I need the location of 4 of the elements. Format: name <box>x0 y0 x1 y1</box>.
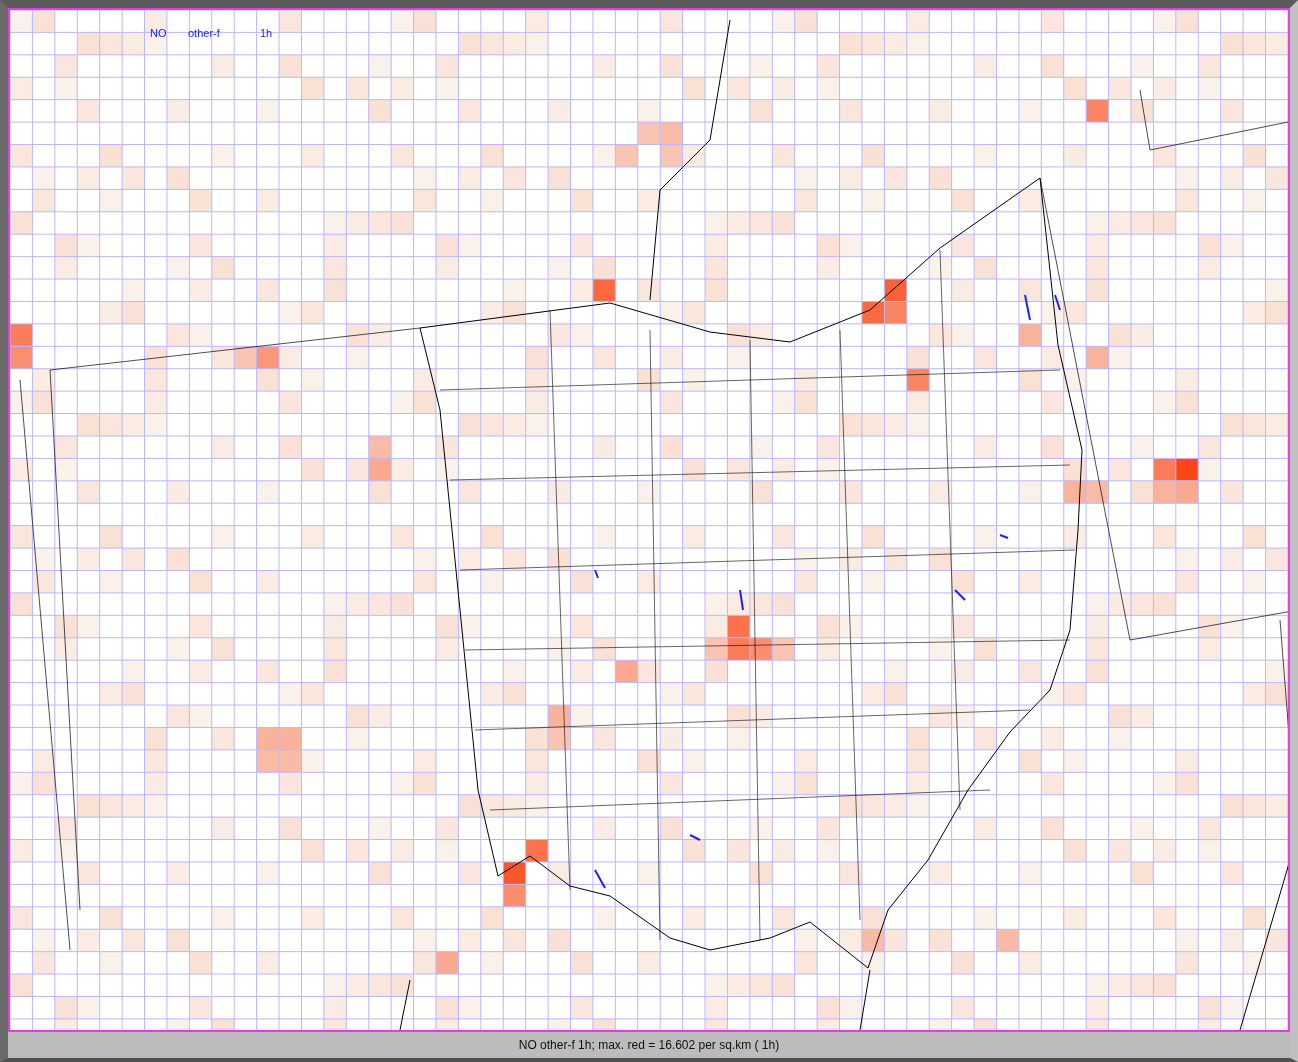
map-label: NO <box>150 27 167 39</box>
map-label: other-f <box>188 27 220 39</box>
status-text: NO other-f 1h; max. red = 16.602 per sq.km ( 1h) <box>518 1038 780 1052</box>
map-label: 1h <box>260 27 273 39</box>
